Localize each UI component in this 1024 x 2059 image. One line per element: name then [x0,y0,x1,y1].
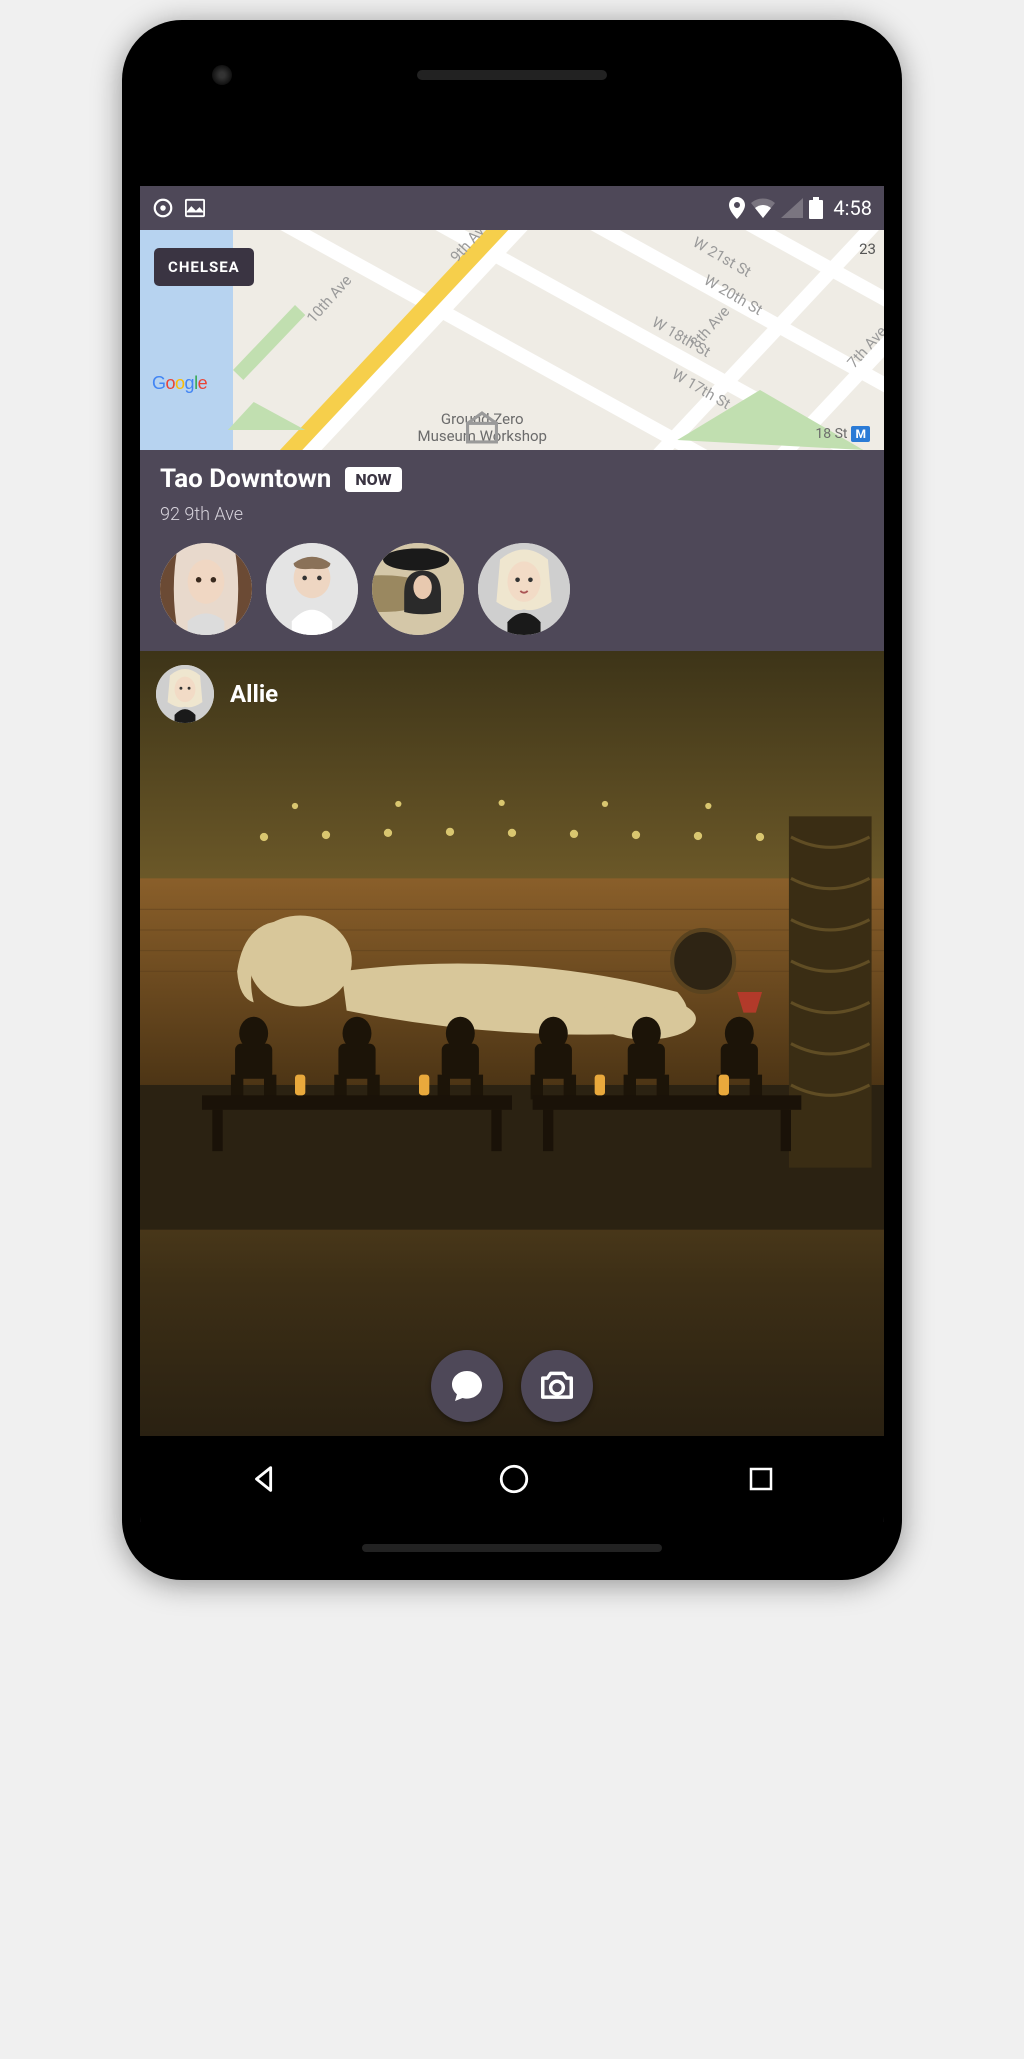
map-attribution: Google [152,373,207,394]
neighborhood-chip[interactable]: CHELSEA [154,248,254,286]
battery-icon [809,197,823,219]
phone-inner: 4:58 [140,38,884,1562]
action-row [431,1350,593,1422]
phone-speaker-bottom [362,1544,662,1552]
avatar[interactable] [160,543,252,635]
phone-speaker-top [417,70,607,80]
camera-button[interactable] [521,1350,593,1422]
phone-bezel-bottom [140,1522,884,1562]
now-badge: NOW [345,467,401,492]
app-screen: 4:58 [140,186,884,1522]
picture-icon [184,198,206,218]
venue-address: 92 9th Ave [160,504,864,525]
map-marker-count: 23 [859,240,876,258]
map-view[interactable]: 10th Ave 9th Ave 8th Ave 7th Ave W 21st … [140,230,884,450]
android-nav-bar [140,1436,884,1522]
map-poi-label: Ground ZeroMuseum Workshop [417,411,547,444]
status-time: 4:58 [833,196,872,220]
post-card[interactable]: Allie [140,651,884,1436]
wifi-icon [751,198,775,218]
status-bar: 4:58 [140,186,884,230]
avatar[interactable] [266,543,358,635]
map-subway-label: 18 StM [815,426,870,442]
phone-frame: 4:58 [122,20,902,1580]
venue-name[interactable]: Tao Downtown [160,464,331,494]
post-author-name[interactable]: Allie [230,680,278,708]
nav-home-button[interactable] [497,1462,531,1496]
phone-bezel-top [140,38,884,186]
attendee-avatars [160,543,864,635]
avatar[interactable] [478,543,570,635]
venue-header: Tao Downtown NOW 92 9th Ave [140,450,884,651]
location-icon [729,197,745,219]
post-author-avatar[interactable] [156,665,214,723]
chat-button[interactable] [431,1350,503,1422]
app-pin-icon [152,197,174,219]
signal-icon [781,198,803,218]
avatar[interactable] [372,543,464,635]
nav-back-button[interactable] [248,1462,282,1496]
phone-camera [212,65,232,85]
nav-recent-button[interactable] [746,1464,776,1494]
post-header: Allie [156,665,278,723]
